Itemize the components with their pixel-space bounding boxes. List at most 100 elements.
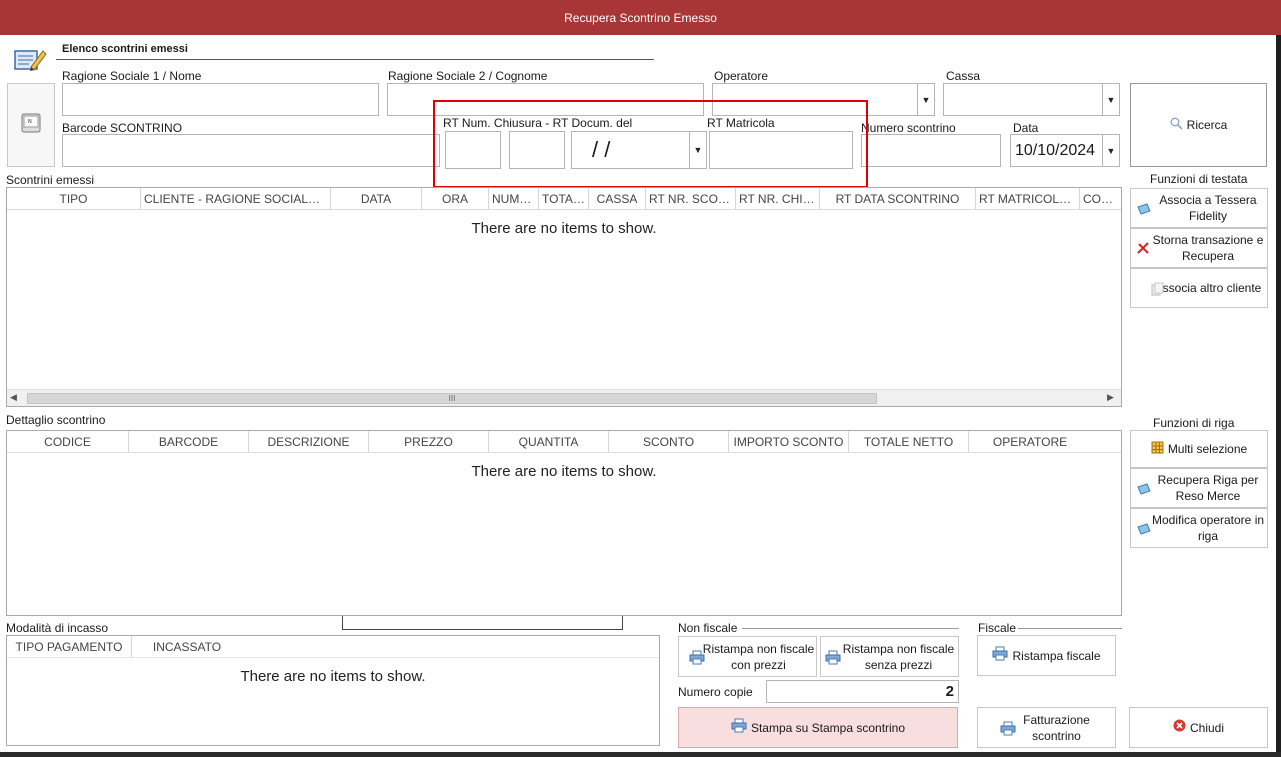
column-header[interactable]: DATA bbox=[331, 188, 422, 210]
column-header[interactable]: CODICE bbox=[7, 431, 129, 453]
ristampa-con-prezzi-button[interactable]: Ristampa non fiscale con prezzi bbox=[678, 636, 817, 677]
associa-tessera-label: Associa a Tessera Fidelity bbox=[1159, 193, 1257, 223]
status-strip bbox=[342, 616, 623, 630]
scontrini-empty-message: There are no items to show. bbox=[471, 220, 657, 237]
close-icon bbox=[1173, 719, 1186, 736]
ristampa-senza-prezzi-label: Ristampa non fiscale senza prezzi bbox=[842, 641, 955, 672]
column-header[interactable]: RT DATA SCONTRINO bbox=[820, 188, 976, 210]
column-header[interactable]: QUANTITA bbox=[489, 431, 609, 453]
modifica-operatore-button[interactable]: Modifica operatore in riga bbox=[1130, 508, 1268, 548]
funzioni-testata-label: Funzioni di testata bbox=[1150, 172, 1248, 186]
card-icon bbox=[1137, 523, 1151, 539]
storna-transazione-label: Storna transazione e Recupera bbox=[1152, 233, 1264, 263]
column-header[interactable]: INCASSATO bbox=[132, 636, 242, 658]
printer-icon bbox=[825, 650, 841, 669]
ragione1-input[interactable] bbox=[62, 83, 379, 116]
stampa-scontrino-button[interactable]: Stampa su Stampa scontrino bbox=[678, 707, 958, 748]
fatturazione-button[interactable]: Fatturazione scontrino bbox=[977, 707, 1116, 748]
numero-copie-value: 2 bbox=[945, 683, 954, 700]
keyboard-toggle-button[interactable]: N bbox=[7, 83, 55, 167]
data-value: 10/10/2024 bbox=[1015, 141, 1096, 159]
stampa-scontrino-label: Stampa su Stampa scontrino bbox=[750, 720, 906, 735]
associa-tessera-button[interactable]: Associa a Tessera Fidelity bbox=[1130, 188, 1268, 228]
incasso-empty-message: There are no items to show. bbox=[240, 668, 426, 685]
svg-text:N: N bbox=[28, 119, 32, 125]
data-input[interactable]: 10/10/2024 ▼ bbox=[1010, 134, 1120, 167]
window-title: Recupera Scontrino Emesso bbox=[564, 10, 717, 25]
column-header[interactable]: OPERATORE bbox=[969, 431, 1091, 453]
non-fiscale-label: Non fiscale bbox=[678, 621, 738, 635]
barcode-label: Barcode SCONTRINO bbox=[62, 121, 183, 135]
column-header[interactable]: DESCRIZIONE bbox=[249, 431, 369, 453]
grid-select-icon bbox=[1151, 441, 1164, 458]
recupera-riga-button[interactable]: Recupera Riga per Reso Merce bbox=[1130, 468, 1268, 508]
chiudi-label: Chiudi bbox=[1189, 720, 1225, 735]
column-header[interactable]: COD.C bbox=[1080, 188, 1120, 210]
modifica-operatore-label: Modifica operatore in riga bbox=[1151, 513, 1265, 543]
ristampa-fiscale-button[interactable]: Ristampa fiscale bbox=[977, 635, 1116, 676]
column-header[interactable]: TIPO bbox=[7, 188, 141, 210]
scroll-left-icon[interactable]: ◀ bbox=[10, 392, 17, 403]
scontrini-label: Scontrini emessi bbox=[6, 173, 95, 187]
printer-icon bbox=[689, 650, 705, 669]
printer-icon bbox=[731, 718, 747, 737]
incasso-label: Modalità di incasso bbox=[6, 621, 109, 635]
ristampa-senza-prezzi-button[interactable]: Ristampa non fiscale senza prezzi bbox=[820, 636, 959, 677]
incasso-grid-header: TIPO PAGAMENTO INCASSATO bbox=[7, 636, 659, 658]
horizontal-scrollbar[interactable]: ◀ III ▶ bbox=[7, 389, 1121, 406]
column-header[interactable]: NUME... bbox=[489, 188, 539, 210]
chevron-down-icon[interactable]: ▼ bbox=[1102, 84, 1119, 115]
column-header[interactable]: ORA bbox=[422, 188, 489, 210]
chiudi-button[interactable]: Chiudi bbox=[1129, 707, 1268, 748]
column-header[interactable]: RT NR. SCON... bbox=[646, 188, 736, 210]
column-header[interactable]: BARCODE bbox=[129, 431, 249, 453]
dettaglio-grid[interactable]: CODICE BARCODE DESCRIZIONE PREZZO QUANTI… bbox=[6, 430, 1122, 616]
column-header[interactable]: CASSA bbox=[589, 188, 646, 210]
window-border-right bbox=[1276, 35, 1281, 757]
scontrini-grid-header: TIPO CLIENTE - RAGIONE SOCIALE 1 -... DA… bbox=[7, 188, 1121, 210]
cassa-select[interactable]: ▼ bbox=[943, 83, 1120, 116]
operatore-label: Operatore bbox=[714, 69, 769, 83]
chevron-down-icon[interactable]: ▼ bbox=[1102, 135, 1119, 166]
ragione1-label: Ragione Sociale 1 / Nome bbox=[62, 69, 202, 83]
dettaglio-empty-message: There are no items to show. bbox=[471, 463, 657, 480]
numero-input[interactable] bbox=[861, 134, 1001, 167]
column-header[interactable]: IMPORTO SCONTO bbox=[729, 431, 849, 453]
ricerca-label: Ricerca bbox=[1186, 118, 1228, 132]
multi-selezione-button[interactable]: Multi selezione bbox=[1130, 430, 1268, 468]
cassa-label: Cassa bbox=[946, 69, 981, 83]
column-header[interactable]: RT NR. CHIU... bbox=[736, 188, 820, 210]
multi-selezione-label: Multi selezione bbox=[1167, 442, 1248, 456]
column-header[interactable]: PREZZO bbox=[369, 431, 489, 453]
recupera-riga-label: Recupera Riga per Reso Merce bbox=[1157, 473, 1259, 503]
ristampa-fiscale-label: Ristampa fiscale bbox=[1012, 648, 1101, 663]
copy-icon bbox=[1151, 282, 1165, 300]
column-header[interactable]: TOTALE NETTO bbox=[849, 431, 969, 453]
scroll-thumb[interactable]: III bbox=[27, 393, 877, 404]
section-title-underline bbox=[56, 59, 654, 60]
column-header[interactable]: CLIENTE - RAGIONE SOCIALE 1 -... bbox=[141, 188, 331, 210]
scontrini-grid[interactable]: TIPO CLIENTE - RAGIONE SOCIALE 1 -... DA… bbox=[6, 187, 1122, 407]
column-header[interactable]: SCONTO bbox=[609, 431, 729, 453]
ragione2-label: Ragione Sociale 2 / Cognome bbox=[388, 69, 548, 83]
incasso-grid[interactable]: TIPO PAGAMENTO INCASSATO There are no it… bbox=[6, 635, 660, 746]
fatturazione-label: Fatturazione scontrino bbox=[1023, 712, 1090, 743]
section-title: Elenco scontrini emessi bbox=[62, 43, 188, 55]
keyboard-icon: N bbox=[21, 113, 41, 137]
column-header[interactable]: RT MATRICOLA... bbox=[976, 188, 1080, 210]
chevron-down-icon[interactable]: ▼ bbox=[917, 84, 934, 115]
window-border-bottom bbox=[0, 752, 1281, 757]
edit-list-icon bbox=[13, 45, 47, 73]
card-icon bbox=[1137, 483, 1151, 499]
red-x-icon bbox=[1136, 241, 1150, 259]
column-header[interactable]: TIPO PAGAMENTO bbox=[7, 636, 132, 658]
storna-transazione-button[interactable]: Storna transazione e Recupera bbox=[1130, 228, 1268, 268]
associa-cliente-button[interactable]: Associa altro cliente bbox=[1130, 268, 1268, 308]
window-title-bar: Recupera Scontrino Emesso bbox=[0, 0, 1281, 35]
numero-copie-input[interactable]: 2 bbox=[766, 680, 959, 703]
non-fiscale-divider bbox=[742, 628, 959, 629]
ricerca-button[interactable]: Ricerca bbox=[1130, 83, 1267, 167]
column-header[interactable]: TOTALE bbox=[539, 188, 589, 210]
barcode-input[interactable] bbox=[62, 134, 440, 167]
scroll-right-icon[interactable]: ▶ bbox=[1107, 392, 1114, 403]
